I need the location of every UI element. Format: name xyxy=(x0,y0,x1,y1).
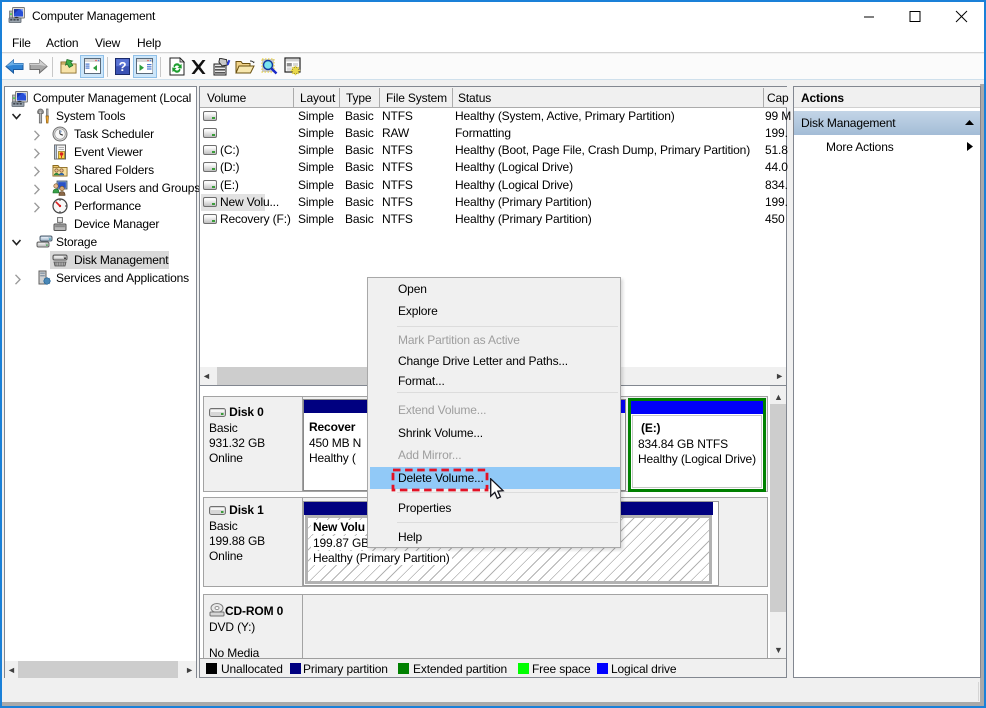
svg-text:?: ? xyxy=(119,59,127,74)
